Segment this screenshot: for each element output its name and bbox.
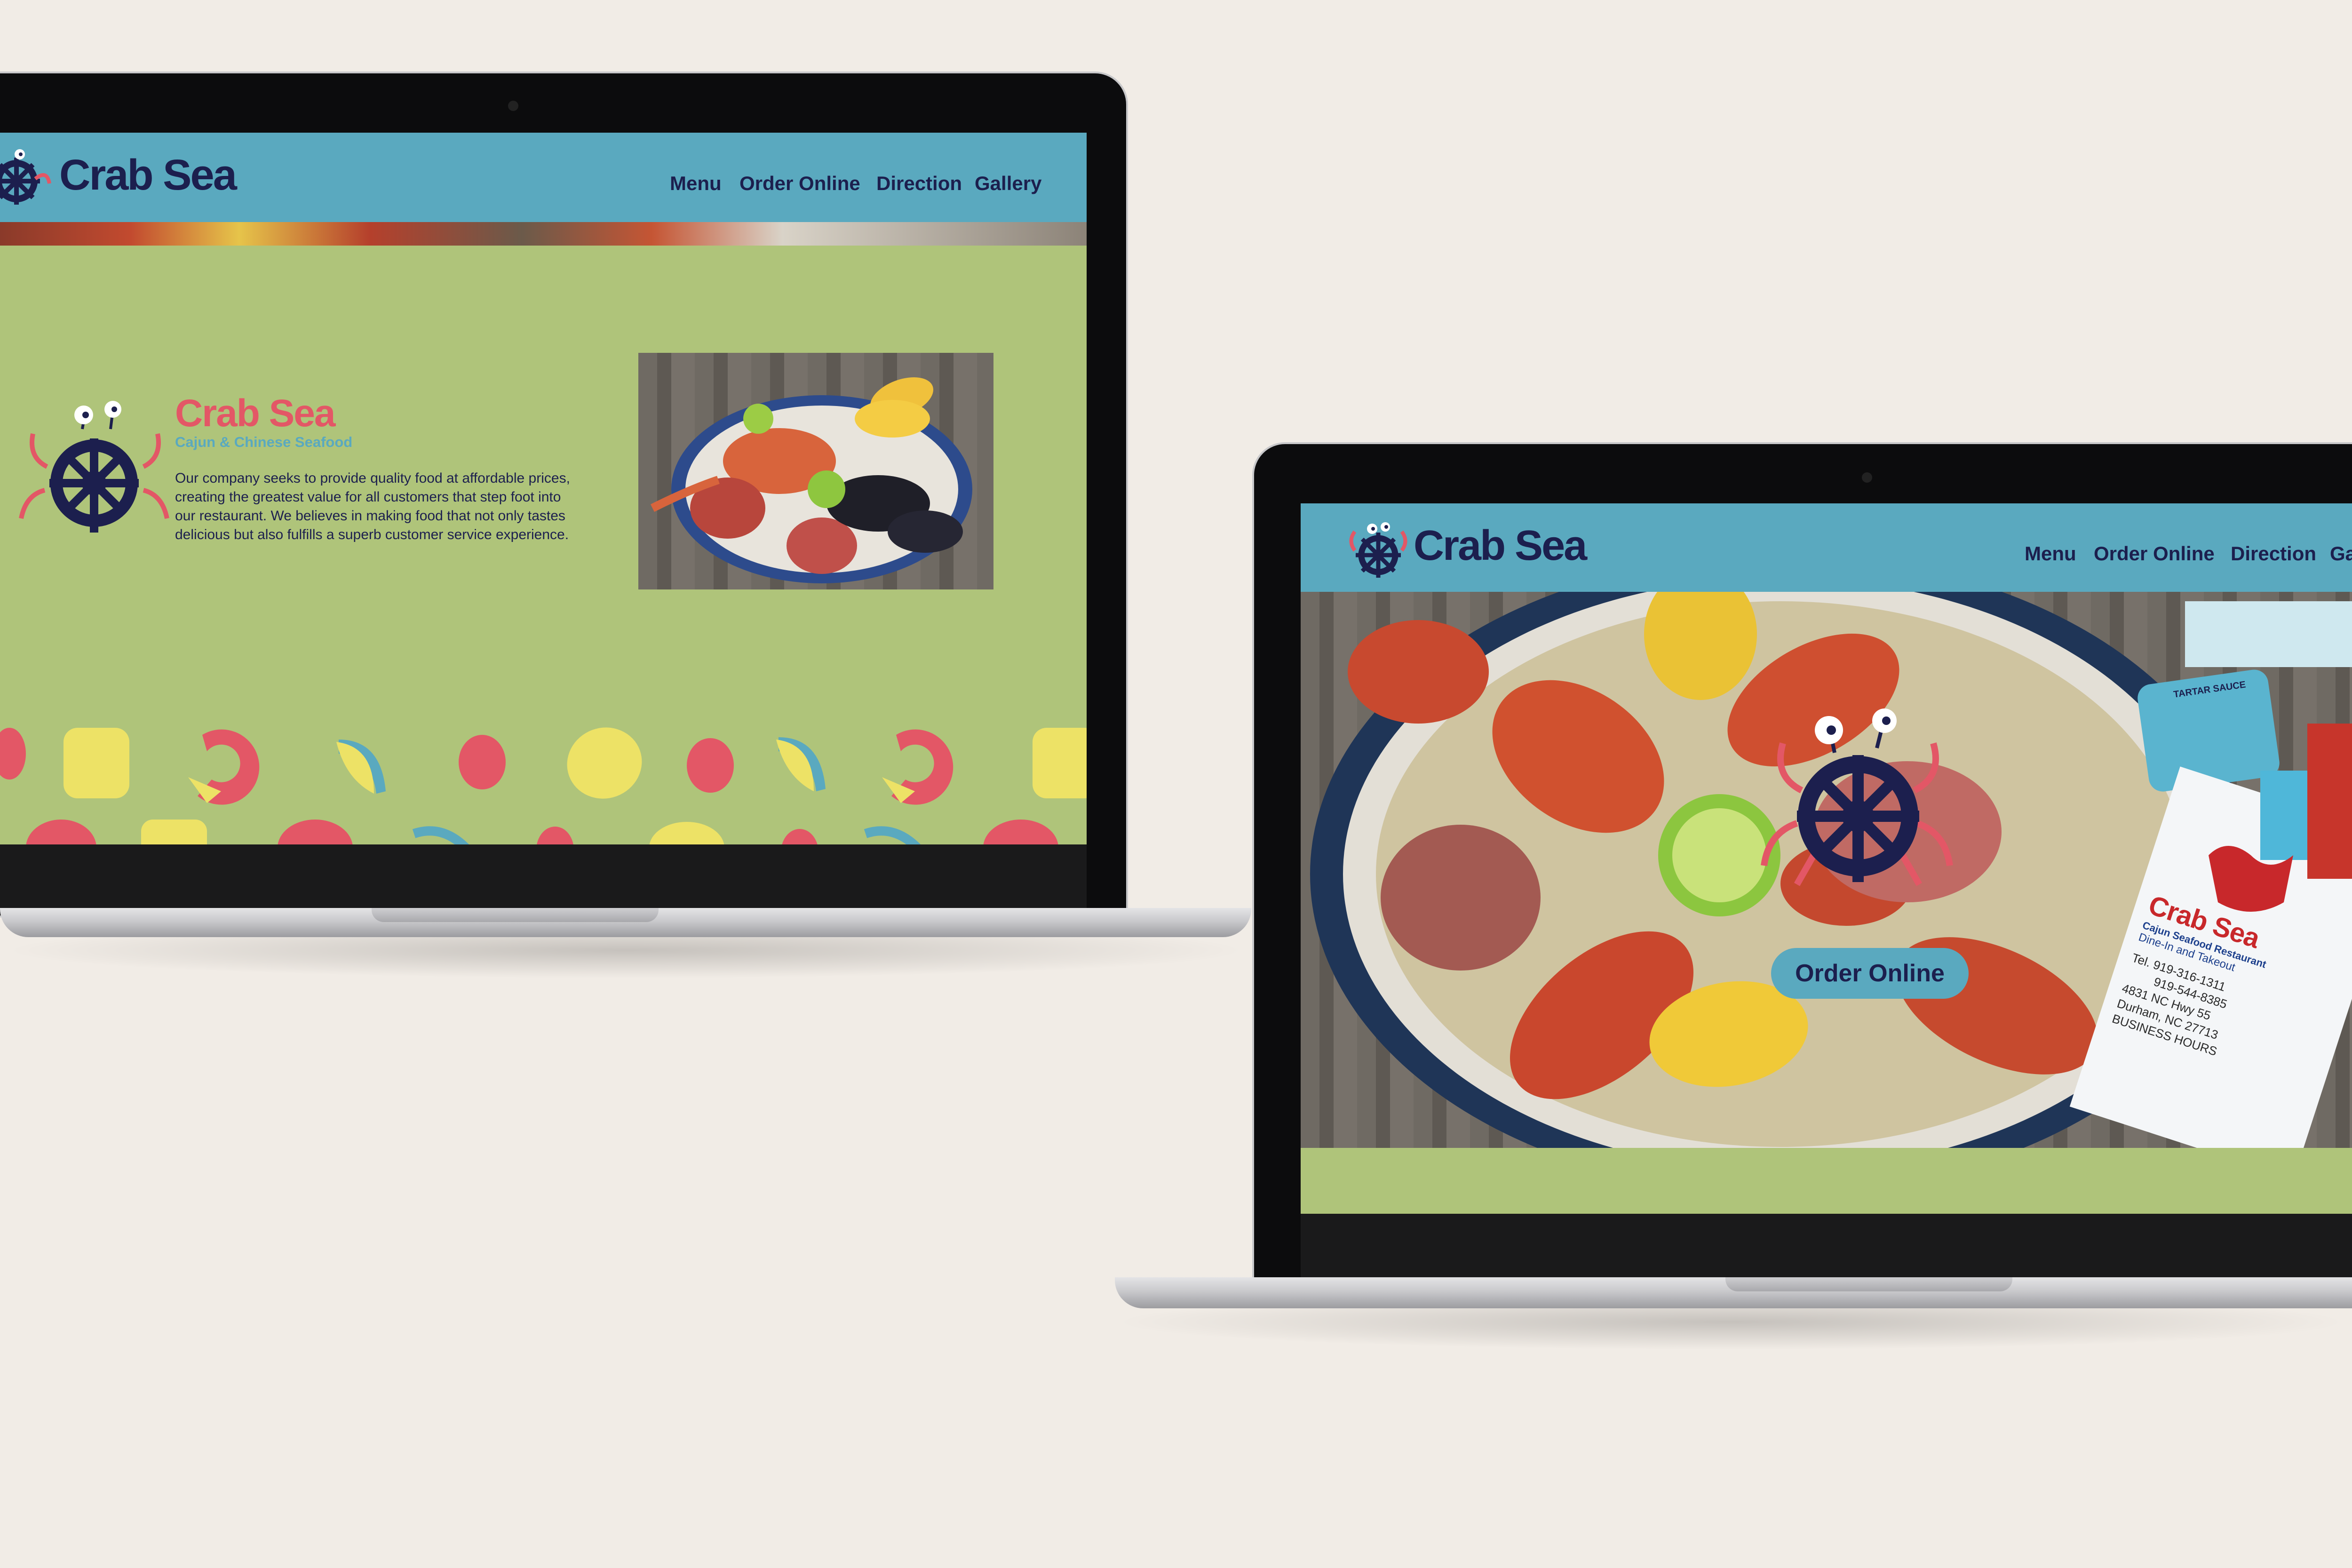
right-nav-order-online[interactable]: Order Online [2094,542,2215,565]
right-lower-section [1301,1148,2352,1214]
left-laptop-screen: Crab Sea Menu Order Online Direction Gal… [0,133,1087,844]
left-nav-menu[interactable]: Menu [670,172,722,195]
about-body-line: our restaurant. We believes in making fo… [175,508,565,524]
right-brand-name[interactable]: Crab Sea [1414,522,1587,569]
right-nav-direction[interactable]: Direction [2231,542,2316,565]
left-nav-order-online[interactable]: Order Online [739,172,860,195]
left-hero-image-strip [0,222,1087,246]
about-body-line: delicious but also fulfills a superb cus… [175,527,569,542]
about-decorative-pattern [0,707,1087,844]
left-laptop-notch [372,908,659,922]
right-crab-logo-icon[interactable] [1348,517,1409,579]
about-seafood-photo [638,353,993,589]
right-laptop-notch [1725,1277,2012,1291]
left-laptop-camera [508,101,518,111]
about-crab-mascot-icon [19,396,169,547]
about-body-line: Our company seeks to provide quality foo… [175,470,570,486]
left-crab-logo-icon[interactable] [0,146,52,207]
left-nav-bar: Crab Sea Menu Order Online Direction Gal… [0,133,1087,222]
right-laptop-screen: Crab Sea Menu Order Online Direction Ga [1301,503,2352,1214]
hero-crab-mascot-icon [1759,701,1962,899]
about-title: Crab Sea [175,392,336,435]
right-nav-gallery[interactable]: Ga [2330,542,2352,565]
right-laptop-camera [1862,472,1872,483]
right-nav-menu[interactable]: Menu [2025,542,2076,565]
about-subtitle: Cajun & Chinese Seafood [175,434,353,450]
right-nav-bar: Crab Sea Menu Order Online Direction Ga [1301,503,2352,592]
hero-order-online-button[interactable]: Order Online [1771,948,1969,999]
about-body-line: creating the greatest value for all cust… [175,489,561,505]
left-brand-name[interactable]: Crab Sea [59,151,237,199]
left-nav-gallery[interactable]: Gallery [975,172,1041,195]
about-body: Our company seeks to provide quality foo… [175,469,636,544]
right-laptop-chin [1301,1214,2352,1280]
left-nav-direction[interactable]: Direction [876,172,962,195]
hero-order-online-label: Order Online [1795,960,1945,987]
left-laptop-chin [0,844,1087,910]
